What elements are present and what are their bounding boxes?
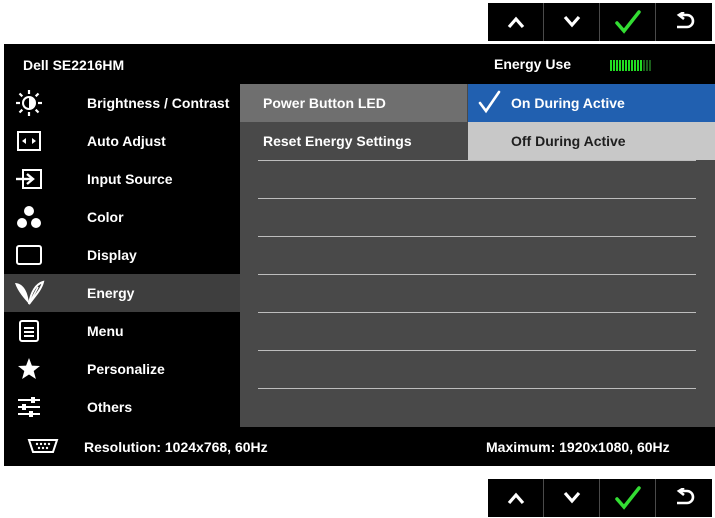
color-icon xyxy=(4,198,54,236)
energy-meter-segment xyxy=(634,60,636,71)
menu-item-brightness-contrast[interactable]: Brightness / Contrast xyxy=(4,84,240,122)
bottom-button-bar xyxy=(488,479,715,517)
menu-label: Auto Adjust xyxy=(87,133,166,149)
menu-label: Energy xyxy=(87,285,135,301)
check-icon xyxy=(614,486,641,510)
menu-item-auto-adjust[interactable]: Auto Adjust xyxy=(4,122,240,160)
osd-header: Dell SE2216HM Energy Use xyxy=(4,44,715,84)
ok-button[interactable] xyxy=(600,479,656,517)
back-arrow-icon xyxy=(676,12,695,29)
down-button[interactable] xyxy=(544,3,600,41)
star-icon xyxy=(4,350,54,388)
energy-meter-segment xyxy=(631,60,633,71)
check-icon xyxy=(614,10,641,34)
divider xyxy=(258,274,696,275)
current-resolution: Resolution: 1024x768, 60Hz xyxy=(84,439,268,455)
divider xyxy=(258,312,696,313)
back-button[interactable] xyxy=(656,479,712,517)
maximum-resolution: Maximum: 1920x1080, 60Hz xyxy=(486,439,670,455)
divider xyxy=(258,350,696,351)
energy-use-label: Energy Use xyxy=(494,56,572,72)
submenu-item-reset-energy-settings[interactable]: Reset Energy Settings xyxy=(240,122,467,160)
vga-connector-icon xyxy=(27,439,59,453)
menu-label: Input Source xyxy=(87,171,173,187)
menu-item-others[interactable]: Others xyxy=(4,388,240,426)
menu-item-menu[interactable]: Menu xyxy=(4,312,240,350)
energy-meter-segment xyxy=(622,60,624,71)
menu-label: Brightness / Contrast xyxy=(87,95,230,111)
menu-label: Menu xyxy=(87,323,124,339)
energy-meter-segment xyxy=(643,60,645,71)
menu-item-energy[interactable]: Energy xyxy=(4,274,240,312)
divider xyxy=(258,198,696,199)
energy-meter-segment xyxy=(625,60,627,71)
energy-meter-segment xyxy=(637,60,639,71)
brightness-icon xyxy=(4,84,54,122)
menu-item-personalize[interactable]: Personalize xyxy=(4,350,240,388)
option-label: On During Active xyxy=(511,95,625,111)
top-button-bar xyxy=(488,3,715,41)
energy-meter-segment xyxy=(619,60,621,71)
down-arrow-icon xyxy=(563,491,580,504)
menu-label: Others xyxy=(87,399,133,415)
back-arrow-icon xyxy=(676,488,695,505)
energy-meter-segment xyxy=(628,60,630,71)
energy-leaf-icon xyxy=(4,274,54,312)
check-icon xyxy=(478,90,501,114)
energy-meter-segment xyxy=(646,60,648,71)
divider xyxy=(258,160,696,161)
monitor-model: Dell SE2216HM xyxy=(23,57,125,73)
up-button[interactable] xyxy=(488,3,544,41)
up-arrow-icon xyxy=(507,16,524,29)
down-arrow-icon xyxy=(563,15,580,28)
up-arrow-icon xyxy=(507,492,524,505)
menu-item-display[interactable]: Display xyxy=(4,236,240,274)
up-button[interactable] xyxy=(488,479,544,517)
auto-adjust-icon xyxy=(4,122,54,160)
submenu-label: Power Button LED xyxy=(263,95,386,111)
energy-meter xyxy=(610,60,651,71)
energy-meter-segment xyxy=(616,60,618,71)
energy-meter-segment xyxy=(649,60,651,71)
energy-submenu-panel: Power Button LED Reset Energy Settings O… xyxy=(240,84,715,427)
ok-button[interactable] xyxy=(600,3,656,41)
divider xyxy=(258,236,696,237)
option-label: Off During Active xyxy=(511,133,626,149)
option-on-during-active[interactable]: On During Active xyxy=(468,84,715,122)
menu-label: Personalize xyxy=(87,361,165,377)
divider xyxy=(258,388,696,389)
energy-meter-segment xyxy=(640,60,642,71)
main-menu: Brightness / Contrast Auto Adjust Input … xyxy=(4,84,240,427)
submenu-item-power-button-led[interactable]: Power Button LED xyxy=(240,84,467,122)
status-bar: Resolution: 1024x768, 60Hz Maximum: 1920… xyxy=(4,427,715,466)
menu-label: Display xyxy=(87,247,137,263)
energy-meter-segment xyxy=(613,60,615,71)
back-button[interactable] xyxy=(656,3,712,41)
down-button[interactable] xyxy=(544,479,600,517)
osd-menu: Dell SE2216HM Energy Use Brightness / Co… xyxy=(4,44,715,466)
menu-icon xyxy=(4,312,54,350)
sliders-icon xyxy=(4,388,54,426)
display-icon xyxy=(4,236,54,274)
menu-item-color[interactable]: Color xyxy=(4,198,240,236)
menu-label: Color xyxy=(87,209,124,225)
energy-meter-segment xyxy=(610,60,612,71)
menu-item-input-source[interactable]: Input Source xyxy=(4,160,240,198)
option-off-during-active[interactable]: Off During Active xyxy=(468,122,715,160)
input-source-icon xyxy=(4,160,54,198)
submenu-label: Reset Energy Settings xyxy=(263,133,412,149)
